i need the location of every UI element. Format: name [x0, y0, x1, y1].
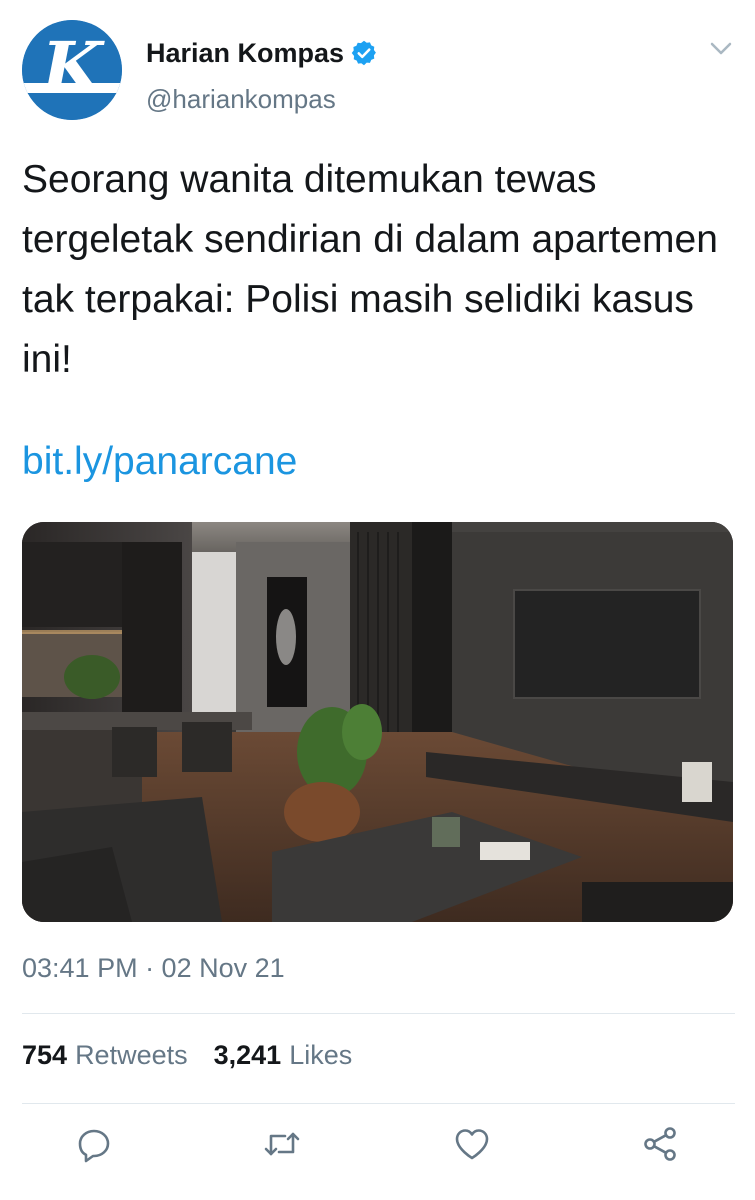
avatar[interactable]: K — [22, 20, 122, 120]
reply-icon[interactable] — [74, 1124, 114, 1164]
name-row: Harian Kompas — [146, 36, 378, 70]
tweet-stats: 754 Retweets 3,241 Likes — [22, 1040, 378, 1071]
tweet-timestamp[interactable]: 03:41 PM · 02 Nov 21 — [22, 953, 285, 984]
avatar-letter: K — [40, 26, 106, 109]
kompas-logo: K — [22, 20, 122, 120]
chevron-down-icon[interactable] — [707, 38, 735, 60]
tweet-header: K Harian Kompas @hariankompas — [22, 20, 735, 120]
verified-badge-icon — [350, 39, 378, 67]
likes-stat[interactable]: 3,241 Likes — [214, 1040, 353, 1071]
apartment-interior-photo — [22, 522, 733, 922]
tweet-media-image[interactable] — [22, 522, 733, 922]
likes-label: Likes — [289, 1040, 353, 1070]
retweet-icon[interactable] — [262, 1124, 302, 1164]
share-icon[interactable] — [640, 1124, 680, 1164]
retweets-label: Retweets — [75, 1040, 188, 1070]
divider — [22, 1103, 735, 1104]
retweets-count: 754 — [22, 1040, 68, 1070]
likes-count: 3,241 — [213, 1040, 282, 1070]
retweets-stat[interactable]: 754 Retweets — [22, 1040, 188, 1071]
user-handle[interactable]: @hariankompas — [146, 84, 336, 115]
display-name[interactable]: Harian Kompas — [146, 38, 344, 69]
divider — [22, 1013, 735, 1014]
tweet-link[interactable]: bit.ly/panarcane — [22, 432, 297, 492]
tweet-text: Seorang wanita ditemukan tewas tergeleta… — [22, 158, 718, 381]
tweet-actions — [22, 1120, 735, 1170]
heart-icon[interactable] — [452, 1124, 492, 1164]
